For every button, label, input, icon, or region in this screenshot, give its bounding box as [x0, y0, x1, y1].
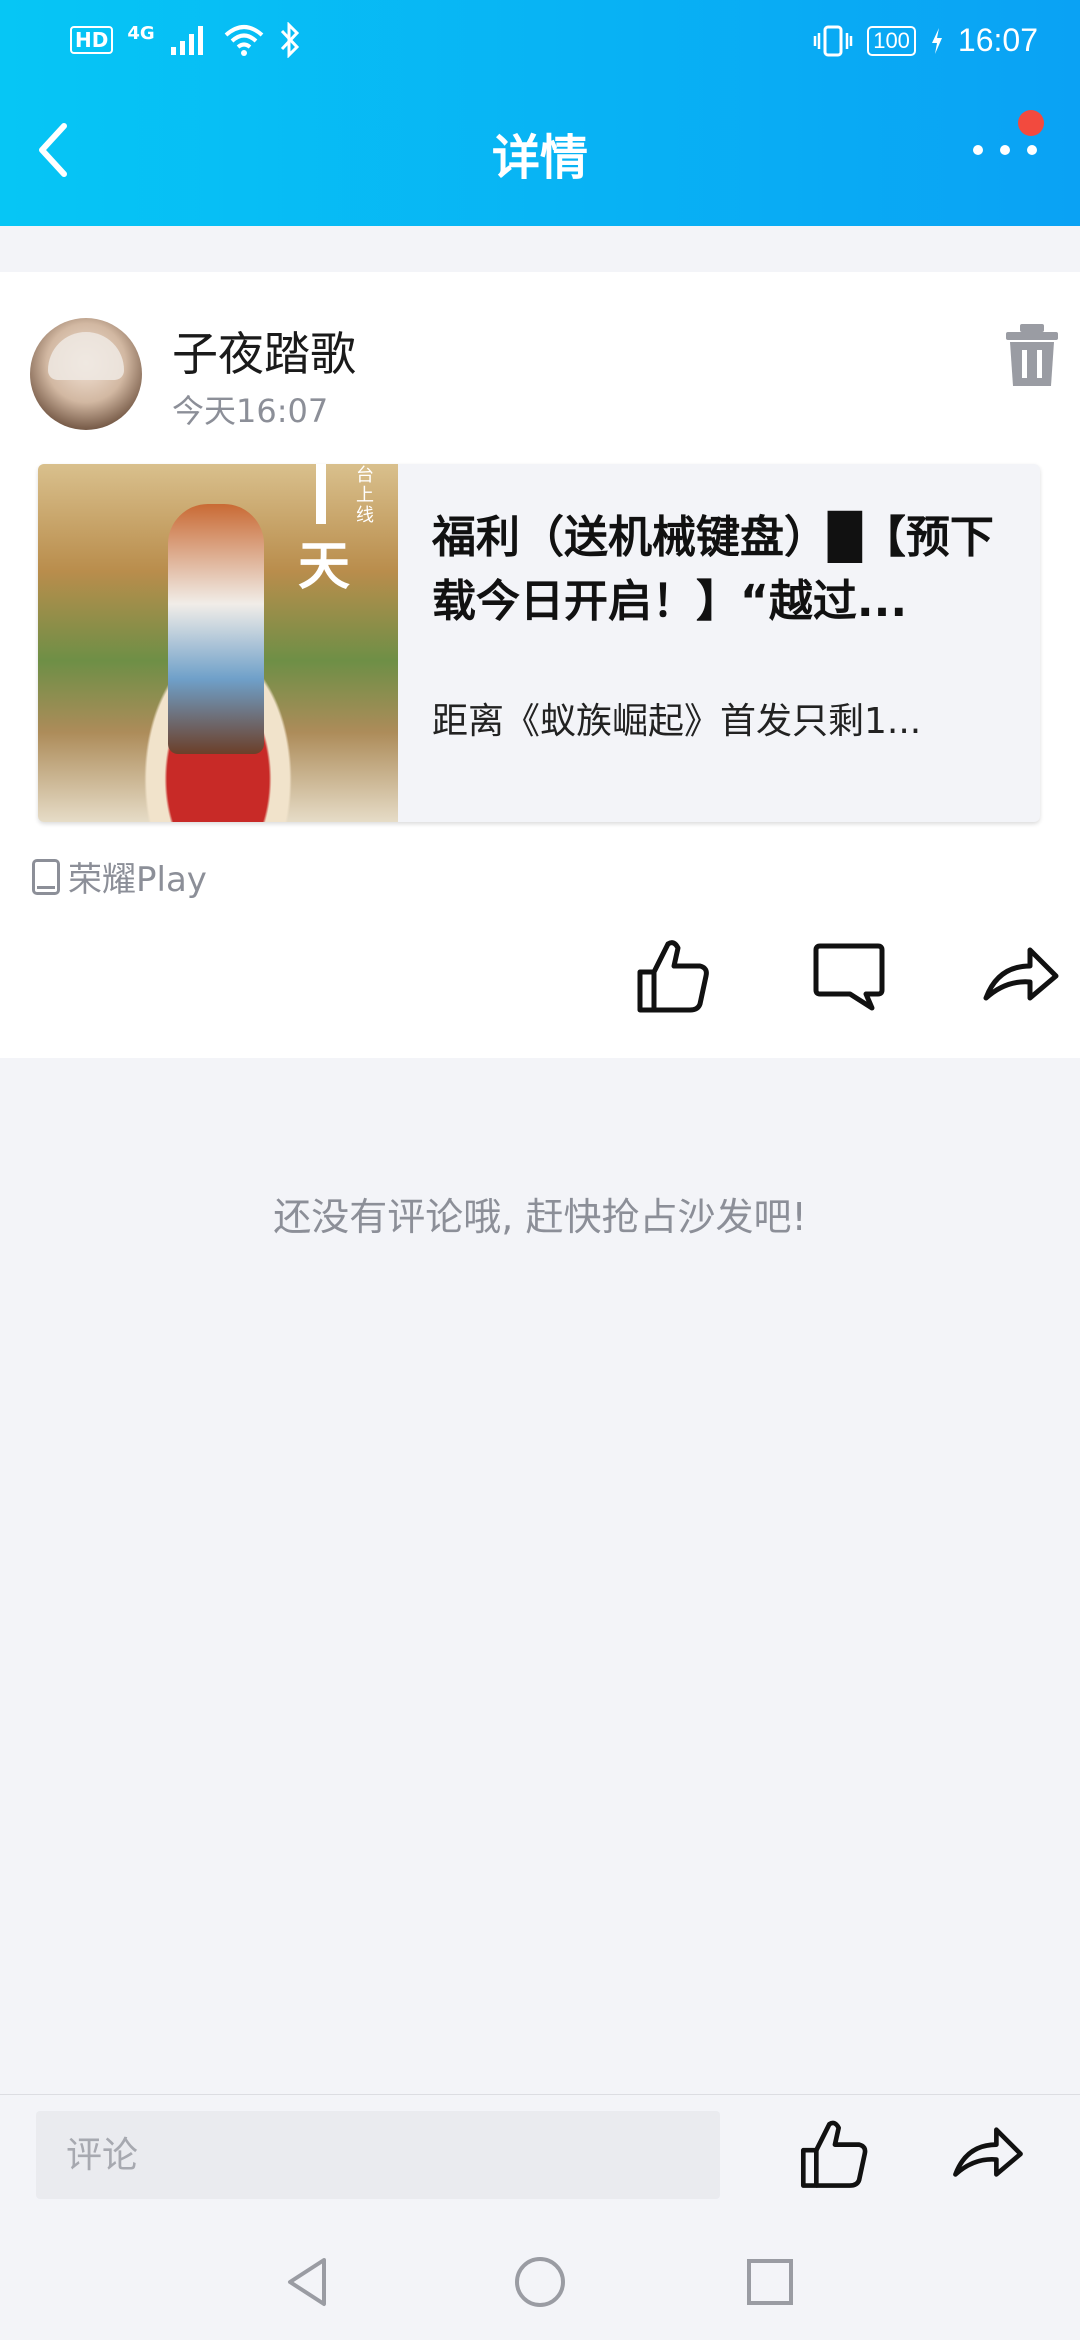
status-left: HD 4G — [70, 22, 301, 58]
circle-home-icon — [515, 2257, 565, 2307]
thumbs-up-icon — [800, 2120, 868, 2188]
thumbnail-stroke — [316, 464, 326, 524]
hd-badge: HD — [70, 26, 114, 54]
status-bar: HD 4G 100 16:07 — [0, 0, 1080, 90]
thumbnail-figure — [168, 504, 264, 754]
post-time: 今天16:07 — [172, 392, 329, 430]
comment-input[interactable] — [36, 2111, 720, 2199]
share-button[interactable] — [978, 932, 1064, 1018]
comment-icon — [813, 943, 885, 1011]
battery-icon: 100 — [867, 25, 916, 56]
bottom-bar — [0, 2094, 1080, 2217]
bottom-like-button[interactable] — [794, 2113, 874, 2193]
article-title: 福利（送机械键盘）█【预下载今日开启！】“越过... — [432, 512, 994, 627]
status-time: 16:07 — [957, 22, 1038, 58]
article-thumbnail: 天 台上线 — [38, 464, 398, 822]
charging-icon — [931, 27, 942, 54]
nav-back-button[interactable] — [268, 2242, 348, 2322]
source-label: 荣耀Play — [68, 860, 207, 900]
comment-button[interactable] — [806, 932, 892, 1018]
shared-article-card[interactable]: 天 台上线 福利（送机械键盘）█【预下载今日开启！】“越过... 距离《蚁族崛起… — [38, 464, 1040, 822]
thumbnail-caption: 台上线 — [356, 465, 374, 526]
thumbnail-text: 天 — [298, 537, 351, 597]
like-button[interactable] — [630, 932, 716, 1018]
share-arrow-icon — [953, 2127, 1023, 2177]
more-dots-icon — [973, 145, 1037, 155]
network-label: 4G — [127, 22, 155, 44]
signal-icon — [170, 26, 203, 55]
empty-comments-text: 还没有评论哦, 赶快抢占沙发吧! — [273, 1195, 807, 1239]
square-recents-icon — [747, 2259, 793, 2305]
share-arrow-icon — [983, 947, 1059, 1001]
status-right: 100 16:07 — [813, 22, 1038, 59]
bottom-share-button[interactable] — [948, 2113, 1028, 2193]
more-button[interactable] — [950, 110, 1060, 190]
post-actions — [0, 932, 1080, 1028]
source-device: 荣耀Play — [32, 852, 207, 901]
notification-dot — [1018, 110, 1044, 136]
article-description: 距离《蚁族崛起》首发只剩1... — [432, 701, 922, 742]
title-row: 详情 — [0, 100, 1080, 200]
thumbs-up-icon — [637, 940, 709, 1013]
wifi-icon — [224, 25, 263, 56]
post-card: 子夜踏歌 今天16:07 天 台上线 福利（送机械键盘）█【预下载今日开启！】“… — [0, 272, 1080, 1058]
trash-icon — [1006, 324, 1058, 386]
vibrate-icon — [813, 25, 853, 56]
system-nav-bar — [0, 2216, 1080, 2340]
page-title: 详情 — [491, 130, 588, 186]
nav-home-button[interactable] — [500, 2242, 580, 2322]
battery-level: 100 — [873, 27, 910, 53]
bluetooth-icon — [280, 22, 299, 58]
username[interactable]: 子夜踏歌 — [172, 318, 356, 384]
nav-recents-button[interactable] — [730, 2242, 810, 2322]
avatar[interactable] — [30, 318, 142, 430]
phone-icon — [32, 858, 60, 895]
delete-button[interactable] — [1002, 322, 1062, 388]
triangle-back-icon — [288, 2258, 326, 2306]
header: HD 4G 100 16:07 详情 — [0, 0, 1080, 226]
